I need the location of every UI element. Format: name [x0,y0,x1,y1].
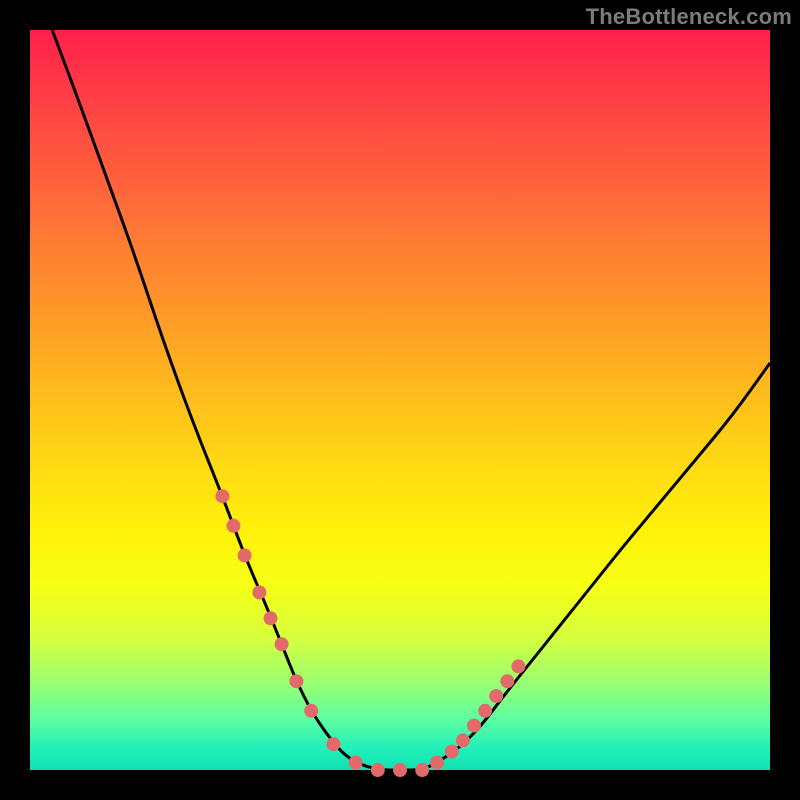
marker-dot [456,733,470,747]
marker-dot [371,763,385,777]
marker-dot [489,689,503,703]
marker-dot [215,489,229,503]
marker-dot [415,763,429,777]
marker-dot [393,763,407,777]
chart-frame: TheBottleneck.com [0,0,800,800]
marker-dot [238,548,252,562]
plot-area [30,30,770,770]
marker-dot [304,704,318,718]
marker-dot [500,674,514,688]
marker-dot [252,585,266,599]
marker-dot [430,756,444,770]
marker-dot [445,745,459,759]
marker-dot [264,611,278,625]
marker-dot [349,756,363,770]
marker-dot [511,659,525,673]
marker-dot [467,719,481,733]
marker-dot [227,519,241,533]
marker-dot [275,637,289,651]
curve-path [52,30,770,770]
marker-dot [326,737,340,751]
marker-group [215,489,525,777]
chart-svg [30,30,770,770]
marker-dot [478,704,492,718]
marker-dot [289,674,303,688]
watermark-text: TheBottleneck.com [586,4,792,30]
